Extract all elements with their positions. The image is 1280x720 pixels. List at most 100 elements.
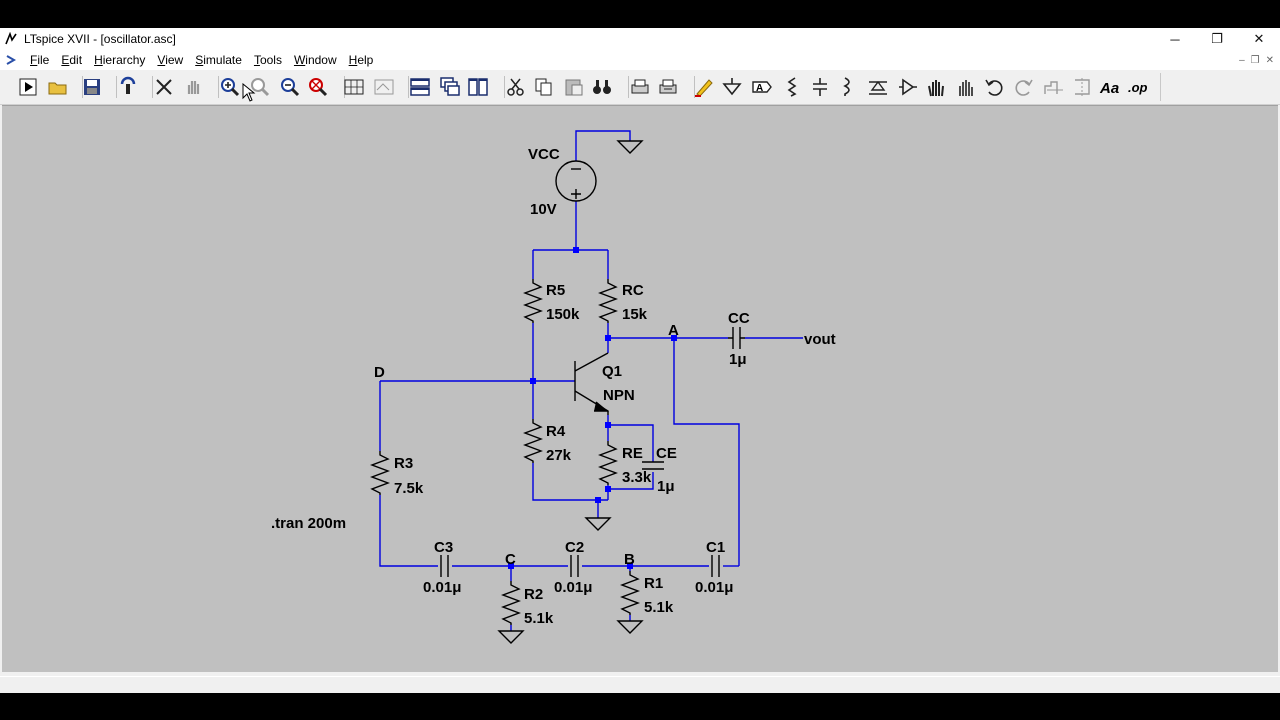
cc-value-label: 1μ xyxy=(729,351,747,368)
menu-help[interactable]: Help xyxy=(343,53,380,67)
c2-name-label: C2 xyxy=(565,539,584,556)
zoom-out-button[interactable] xyxy=(277,75,303,99)
resistor-button[interactable] xyxy=(779,75,805,99)
waveform-alt-icon xyxy=(374,79,394,95)
c3-name-label: C3 xyxy=(434,539,453,556)
waveform-icon xyxy=(344,79,364,95)
zoom-in-button[interactable] xyxy=(217,75,243,99)
c3-value-label: 0.01μ xyxy=(423,579,461,596)
print-setup-icon xyxy=(659,79,677,94)
mirror-button[interactable] xyxy=(1069,75,1095,99)
undo-button[interactable] xyxy=(981,75,1007,99)
node-c-label: C xyxy=(505,551,516,568)
print-button[interactable] xyxy=(627,75,653,99)
save-button[interactable] xyxy=(79,75,105,99)
copy-button[interactable] xyxy=(531,75,557,99)
maximize-button[interactable]: ❐ xyxy=(1196,28,1238,50)
cut-icon xyxy=(507,78,524,96)
minimize-button[interactable]: ─ xyxy=(1154,28,1196,50)
inductor-button[interactable] xyxy=(835,75,861,99)
schematic-canvas[interactable]: VCC 10V R5 150k RC 15k A CC 1μ vout D Q1… xyxy=(2,105,1278,672)
vcc-name-label: VCC xyxy=(528,146,560,163)
cut-button[interactable] xyxy=(503,75,529,99)
ltspice-logo-icon xyxy=(5,32,17,45)
cascade-button[interactable] xyxy=(437,75,463,99)
capacitor-button[interactable] xyxy=(807,75,833,99)
wires xyxy=(379,130,803,631)
zoom-in-alt-button[interactable] xyxy=(247,75,273,99)
close-button[interactable]: ✕ xyxy=(1238,28,1280,50)
tile-vertical-icon xyxy=(468,78,488,96)
waveform-button[interactable] xyxy=(341,75,367,99)
label-net-button[interactable]: A xyxy=(749,75,775,99)
paste-icon xyxy=(565,79,583,96)
text-button[interactable]: Aa xyxy=(1097,75,1123,99)
spice-directive-icon: .op xyxy=(1128,80,1148,95)
paste-button[interactable] xyxy=(561,75,587,99)
pan-hand-button[interactable] xyxy=(181,75,207,99)
pencil-wire-button[interactable] xyxy=(691,75,717,99)
halt-button[interactable] xyxy=(151,75,177,99)
resistor-icon xyxy=(787,77,797,97)
spice-directive-button[interactable]: .op xyxy=(1125,75,1151,99)
menu-edit[interactable]: Edit xyxy=(55,53,88,67)
move-button[interactable] xyxy=(923,75,949,99)
cc-name-label: CC xyxy=(728,310,750,327)
node-d-label: D xyxy=(374,364,385,381)
r1-value-label: 5.1k xyxy=(644,599,674,616)
menu-window[interactable]: Window xyxy=(288,53,343,67)
ltspice-window: LTspice XVII - [oscillator.asc] ─ ❐ ✕ Fi… xyxy=(0,28,1280,693)
schematic-doc-icon[interactable] xyxy=(4,53,18,67)
mdi-minimize-button[interactable]: – xyxy=(1239,55,1245,66)
component-button[interactable] xyxy=(895,75,921,99)
diode-button[interactable] xyxy=(865,75,891,99)
save-icon xyxy=(84,79,100,95)
mdi-close-button[interactable]: ✕ xyxy=(1266,55,1274,66)
menu-hierarchy[interactable]: Hierarchy xyxy=(88,53,151,67)
ce-name-label: CE xyxy=(656,445,677,462)
menu-simulate[interactable]: Simulate xyxy=(189,53,248,67)
toolbar-buttons: A Aa .op xyxy=(12,73,1161,102)
zoom-in-icon xyxy=(221,78,240,97)
node-b-label: B xyxy=(624,551,635,568)
menu-tools[interactable]: Tools xyxy=(248,53,288,67)
rc-name-label: RC xyxy=(622,282,644,299)
control-panel-button[interactable] xyxy=(115,75,141,99)
title-bar: LTspice XVII - [oscillator.asc] ─ ❐ ✕ xyxy=(0,28,1280,50)
find-button[interactable] xyxy=(589,75,615,99)
r2-value-label: 5.1k xyxy=(524,610,554,627)
mdi-restore-button[interactable]: ❐ xyxy=(1251,55,1260,66)
schematic-drawing[interactable]: VCC 10V R5 150k RC 15k A CC 1μ vout D Q1… xyxy=(2,106,1278,672)
zoom-fit-button[interactable] xyxy=(305,75,331,99)
print-setup-button[interactable] xyxy=(655,75,681,99)
vcc-value-label: 10V xyxy=(530,201,557,218)
zoom-in-alt-icon xyxy=(251,78,270,97)
svg-text:A: A xyxy=(756,83,763,94)
redo-button[interactable] xyxy=(1011,75,1037,99)
re-name-label: RE xyxy=(622,445,643,462)
r3-value-label: 7.5k xyxy=(394,480,424,497)
waveform-alt-button[interactable] xyxy=(371,75,397,99)
tile-horizontal-button[interactable] xyxy=(407,75,433,99)
tran-directive[interactable]: .tran 200m xyxy=(271,515,346,532)
menu-bar: File Edit Hierarchy View Simulate Tools … xyxy=(0,50,1280,70)
find-icon xyxy=(593,80,611,94)
tile-vertical-button[interactable] xyxy=(465,75,491,99)
ground-button[interactable] xyxy=(719,75,745,99)
halt-icon xyxy=(156,79,172,95)
ce-value-label: 1μ xyxy=(657,478,675,495)
drag-button[interactable] xyxy=(953,75,979,99)
r5-name-label: R5 xyxy=(546,282,565,299)
mdi-controls: – ❐ ✕ xyxy=(1239,55,1280,66)
run-button[interactable] xyxy=(15,75,41,99)
rotate-button[interactable] xyxy=(1041,75,1067,99)
open-button[interactable] xyxy=(45,75,71,99)
cascade-icon xyxy=(440,77,460,96)
c1-value-label: 0.01μ xyxy=(695,579,733,596)
pencil-wire-icon xyxy=(695,79,713,97)
capacitor-icon xyxy=(813,78,827,96)
menu-view[interactable]: View xyxy=(151,53,189,67)
r3-name-label: R3 xyxy=(394,455,413,472)
menu-file[interactable]: File xyxy=(24,53,55,67)
pan-hand-icon xyxy=(187,81,200,94)
